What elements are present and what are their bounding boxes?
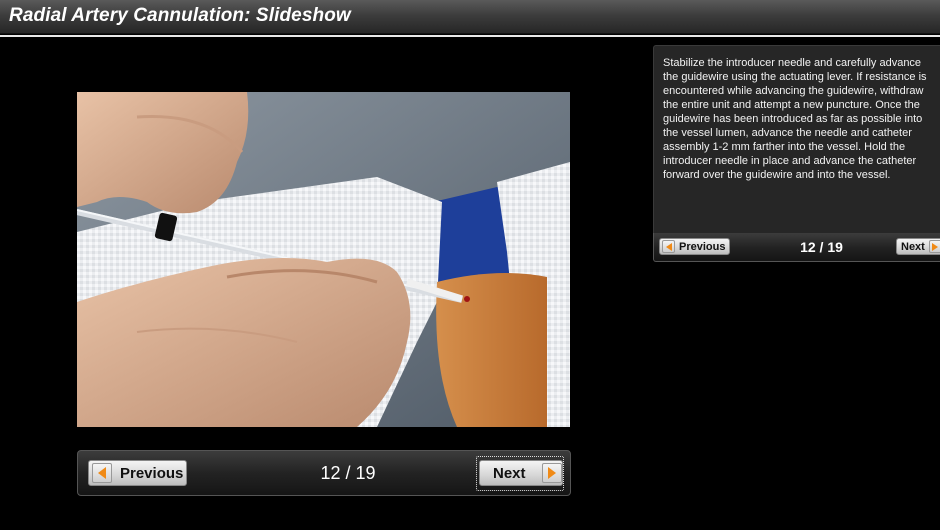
title-divider — [0, 35, 940, 37]
arrow-right-icon — [928, 240, 940, 253]
slide-caption-panel: Stabilize the introducer needle and care… — [653, 45, 940, 233]
arrow-right-icon — [541, 463, 562, 483]
slideshow-nav-main: Previous 12 / 19 Next — [77, 450, 571, 496]
slide-photo-illustration — [77, 92, 570, 427]
slideshow-nav-side: Previous 12 / 19 Next — [653, 233, 940, 262]
previous-button[interactable]: Previous — [88, 460, 187, 486]
side-next-button-label: Next — [901, 240, 925, 253]
previous-button-label: Previous — [120, 464, 184, 482]
side-next-button[interactable]: Next — [896, 238, 940, 255]
title-bar: Radial Artery Cannulation: Slideshow — [0, 0, 940, 34]
slide-caption: Stabilize the introducer needle and care… — [663, 57, 927, 181]
side-previous-button-label: Previous — [679, 240, 726, 253]
arrow-left-icon — [662, 240, 675, 253]
arrow-left-icon — [92, 463, 112, 483]
next-button[interactable]: Next — [479, 460, 563, 486]
next-button-label: Next — [493, 464, 526, 482]
side-slide-counter: 12 / 19 — [800, 239, 843, 255]
slide-counter: 12 / 19 — [320, 463, 376, 483]
slide-image — [77, 92, 570, 427]
page-title: Radial Artery Cannulation: Slideshow — [9, 5, 351, 26]
side-previous-button[interactable]: Previous — [659, 238, 730, 255]
